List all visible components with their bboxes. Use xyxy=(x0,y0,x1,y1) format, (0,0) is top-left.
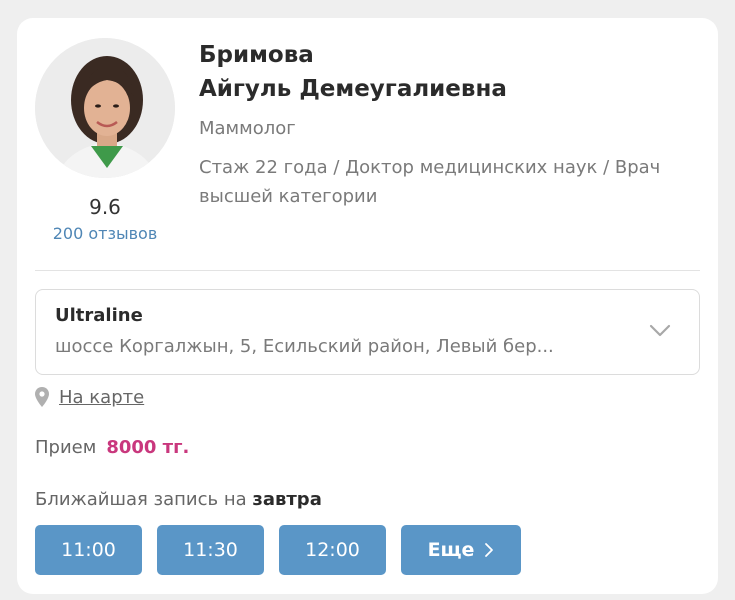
price-value: 8000 тг. xyxy=(106,437,190,458)
time-slot-button[interactable]: 11:30 xyxy=(157,525,264,575)
doctor-name: Бримова Айгуль Демеугалиевна xyxy=(199,38,507,106)
time-slots: 11:00 11:30 12:00 Еще xyxy=(35,525,536,575)
nearest-appointment: Ближайшая запись на завтра xyxy=(35,489,322,510)
doctor-photo xyxy=(35,38,175,178)
price-label: Прием xyxy=(35,437,97,458)
doctor-card: 9.6 200 отзывов Бримова Айгуль Демеугали… xyxy=(17,18,718,594)
divider xyxy=(35,270,700,271)
nearest-label: Ближайшая запись на xyxy=(35,489,253,510)
chevron-right-icon xyxy=(485,543,494,557)
more-slots-button[interactable]: Еще xyxy=(401,525,521,575)
doctor-avatar[interactable] xyxy=(35,38,175,178)
nearest-day: завтра xyxy=(252,489,322,510)
reviews-link[interactable]: 200 отзывов xyxy=(35,224,175,243)
clinic-address: шоссе Коргалжын, 5, Есильский район, Лев… xyxy=(55,336,554,357)
doctor-last-name: Бримова xyxy=(199,42,314,68)
clinic-name: Ultraline xyxy=(55,305,143,326)
doctor-experience: Стаж 22 года / Доктор медицинских наук /… xyxy=(199,157,661,207)
time-slot-button[interactable]: 12:00 xyxy=(279,525,386,575)
doctor-rating: 9.6 xyxy=(89,195,121,219)
doctor-specialty: Маммолог xyxy=(199,118,296,139)
map-link[interactable]: На карте xyxy=(59,387,144,408)
more-slots-label: Еще xyxy=(427,539,475,561)
clinic-select[interactable]: Ultraline шоссе Коргалжын, 5, Есильский … xyxy=(35,289,700,375)
map-pin-icon xyxy=(35,387,49,407)
price-row: Прием 8000 тг. xyxy=(35,437,189,458)
chevron-down-icon[interactable] xyxy=(649,324,671,338)
map-link-row: На карте xyxy=(35,385,144,409)
doctor-first-names: Айгуль Демеугалиевна xyxy=(199,76,507,102)
time-slot-button[interactable]: 11:00 xyxy=(35,525,142,575)
